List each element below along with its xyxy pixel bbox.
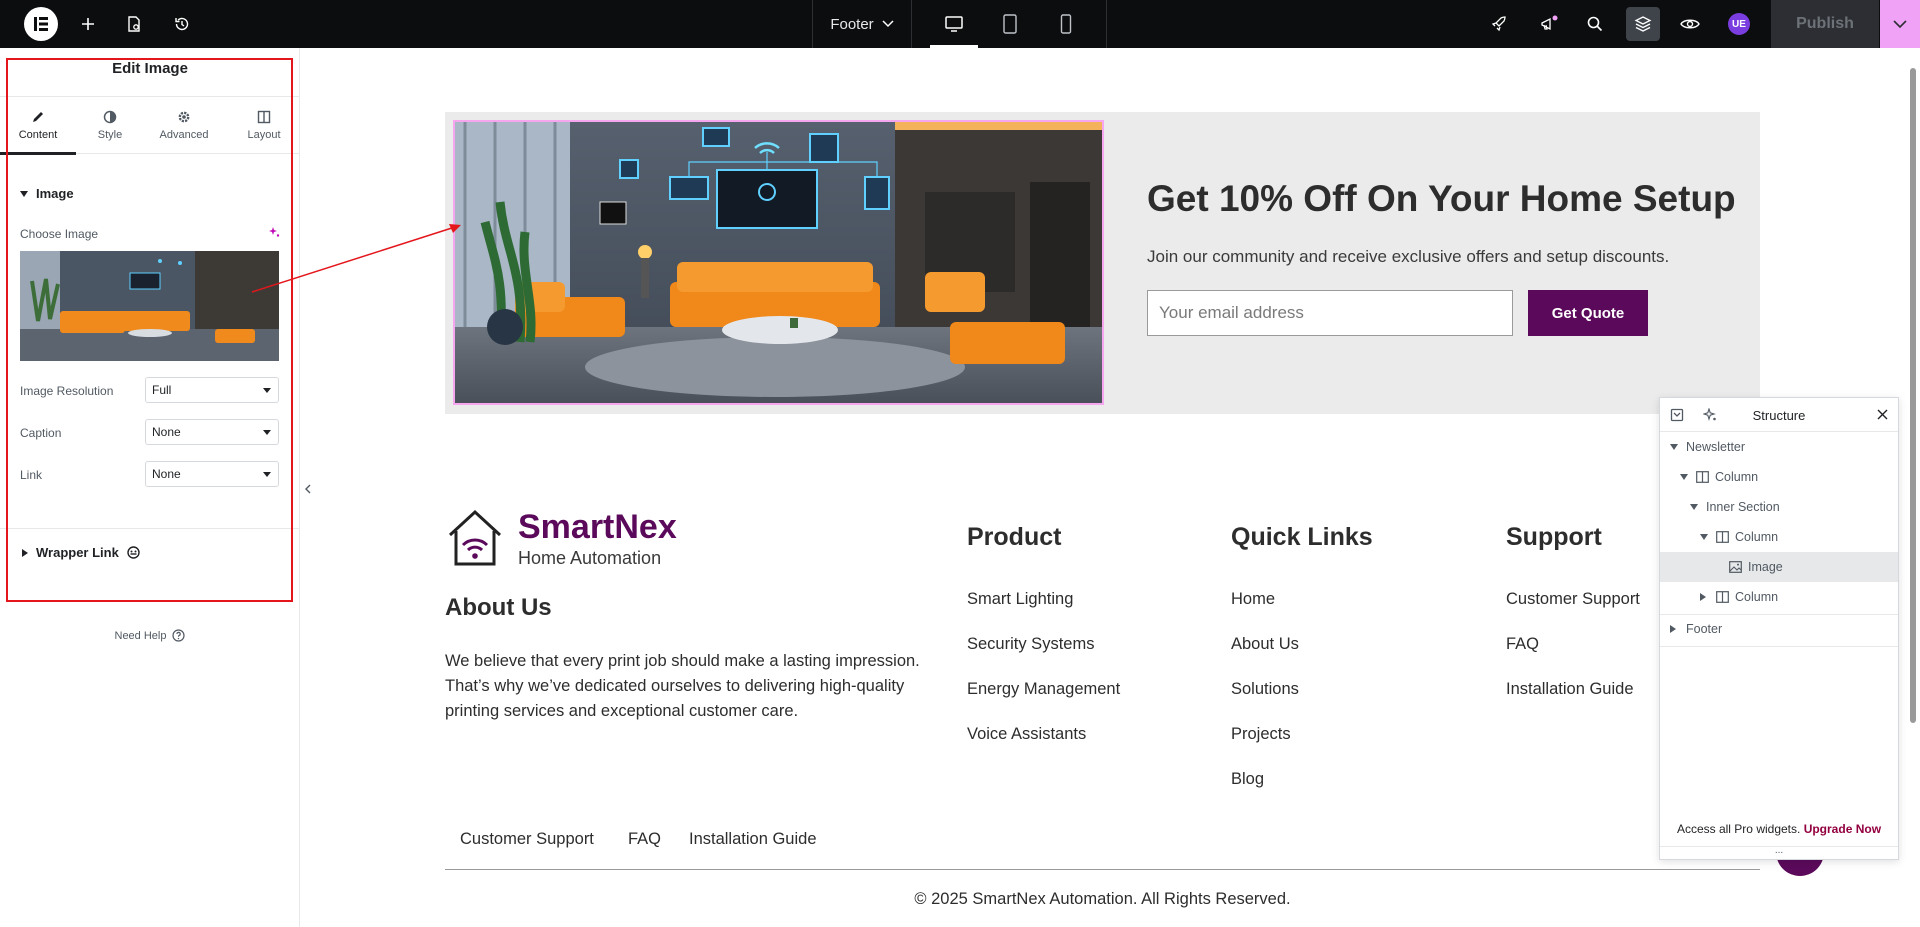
- tree-item-column[interactable]: Column: [1660, 582, 1898, 612]
- caret-right-icon: [1700, 593, 1710, 601]
- scrollbar-thumb[interactable]: [1910, 68, 1916, 723]
- pro-promo: Access all Pro widgets. Upgrade Now: [1660, 822, 1898, 836]
- tree-item-inner-section[interactable]: Inner Section: [1660, 492, 1898, 522]
- tree-item-column[interactable]: Column: [1660, 522, 1898, 552]
- smart-home-logo-icon: [444, 507, 506, 569]
- footer-link[interactable]: Customer Support: [1506, 590, 1640, 609]
- footer-link[interactable]: Home: [1231, 590, 1275, 609]
- footer-link[interactable]: FAQ: [1506, 635, 1539, 654]
- footer-link[interactable]: Solutions: [1231, 680, 1299, 699]
- promo-text: Access all Pro widgets.: [1676, 822, 1801, 836]
- column-icon: [1696, 471, 1709, 483]
- support-column-title: Support: [1506, 523, 1602, 551]
- footer-link[interactable]: About Us: [1231, 635, 1299, 654]
- footer-link[interactable]: Smart Lighting: [967, 590, 1073, 609]
- caret-right-icon: [1670, 625, 1680, 633]
- copyright-text: © 2025 SmartNex Automation. All Rights R…: [914, 890, 1291, 908]
- brand-name: SmartNex: [518, 508, 677, 546]
- tree-label: Image: [1748, 560, 1783, 574]
- footer-divider: [445, 869, 1760, 870]
- tree-label: Column: [1715, 470, 1759, 484]
- tree-label: Newsletter: [1686, 440, 1746, 454]
- caret-down-icon: [1680, 474, 1690, 480]
- tree-label: Footer: [1686, 622, 1723, 636]
- tree-item-image[interactable]: Image: [1660, 552, 1898, 582]
- resize-handle[interactable]: ...: [1660, 846, 1898, 860]
- footer-link[interactable]: Projects: [1231, 725, 1291, 744]
- canvas-scrollbar[interactable]: [1906, 48, 1920, 927]
- bottom-link[interactable]: Installation Guide: [689, 830, 817, 849]
- product-column-title: Product: [967, 523, 1062, 551]
- tree-label: Inner Section: [1706, 500, 1780, 514]
- tree-label: Column: [1735, 530, 1779, 544]
- caret-down-icon: [1700, 534, 1710, 540]
- about-text: We believe that every print job should m…: [445, 652, 920, 720]
- column-icon: [1716, 591, 1729, 603]
- footer-link[interactable]: Energy Management: [967, 680, 1120, 699]
- quick-links-column-title: Quick Links: [1231, 523, 1373, 551]
- upgrade-now-link[interactable]: Upgrade Now: [1804, 822, 1881, 836]
- structure-panel: Structure Newsletter Column Inner Sectio…: [1659, 397, 1899, 860]
- bottom-link[interactable]: Customer Support: [460, 830, 594, 849]
- footer-link[interactable]: Voice Assistants: [967, 725, 1086, 744]
- column-icon: [1716, 531, 1729, 543]
- tree-item-column[interactable]: Column: [1660, 462, 1898, 492]
- tree-item-footer[interactable]: Footer: [1660, 614, 1898, 644]
- annotation-arrow: [251, 224, 461, 293]
- footer-link[interactable]: Security Systems: [967, 635, 1094, 654]
- about-title: About Us: [445, 594, 552, 621]
- image-icon: [1729, 561, 1742, 573]
- brand-tagline: Home Automation: [518, 548, 662, 568]
- caret-down-icon: [1670, 444, 1680, 450]
- bottom-link[interactable]: FAQ: [628, 830, 661, 849]
- tree-label: Column: [1735, 590, 1779, 604]
- structure-title: Structure: [1752, 408, 1806, 423]
- close-icon[interactable]: [1877, 409, 1888, 420]
- footer-link[interactable]: Installation Guide: [1506, 680, 1634, 699]
- tree-divider: [1660, 646, 1898, 647]
- tree-item-newsletter[interactable]: Newsletter: [1660, 432, 1898, 462]
- caret-down-icon: [1690, 504, 1700, 510]
- footer-link[interactable]: Blog: [1231, 770, 1264, 789]
- structure-header: Structure: [1660, 398, 1898, 432]
